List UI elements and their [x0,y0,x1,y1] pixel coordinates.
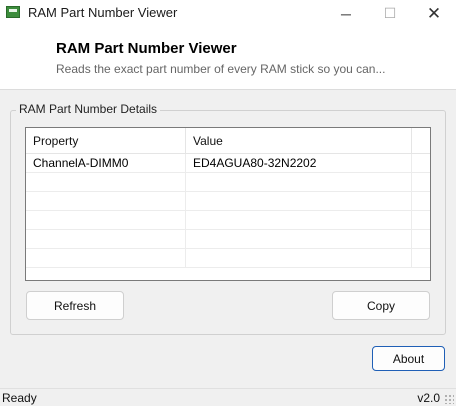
empty-row [26,192,430,211]
header-panel: RAM Part Number Viewer Reads the exact p… [0,27,456,90]
resize-grip-icon[interactable] [444,394,454,404]
empty-cell [26,192,186,210]
column-header-property[interactable]: Property [26,128,186,153]
status-text: Ready [2,391,37,405]
empty-row [26,211,430,230]
empty-cell [26,249,186,267]
refresh-button[interactable]: Refresh [26,291,124,320]
copy-button[interactable]: Copy [332,291,430,320]
maximize-button[interactable]: ☐ [368,0,412,27]
empty-cell [186,230,412,248]
empty-cell [186,211,412,229]
title-bar: RAM Part Number Viewer ─ ☐ ✕ [0,0,456,27]
empty-row [26,173,430,192]
window-title: RAM Part Number Viewer [28,5,178,20]
empty-row [26,249,430,268]
table-cell-value: ED4AGUA80-32N2202 [186,154,412,172]
empty-cell [26,173,186,191]
table-row[interactable]: ChannelA-DIMM0 ED4AGUA80-32N2202 [26,154,430,173]
status-bar: Ready v2.0 [0,388,456,406]
empty-row [26,230,430,249]
details-listview[interactable]: Property Value ChannelA-DIMM0 ED4AGUA80-… [25,127,431,281]
listview-header: Property Value [26,128,430,154]
empty-cell [186,173,412,191]
header-title: RAM Part Number Viewer [56,40,237,57]
app-icon [6,6,20,18]
empty-cell [26,230,186,248]
empty-cell [186,192,412,210]
close-button[interactable]: ✕ [412,0,456,27]
table-cell-property: ChannelA-DIMM0 [26,154,186,172]
groupbox-label: RAM Part Number Details [16,102,161,116]
empty-cell [186,249,412,267]
about-button[interactable]: About [372,346,445,371]
column-header-value[interactable]: Value [186,128,412,153]
version-label: v2.0 [417,391,440,405]
minimize-button[interactable]: ─ [324,0,368,27]
header-subtitle: Reads the exact part number of every RAM… [56,62,386,76]
empty-cell [26,211,186,229]
